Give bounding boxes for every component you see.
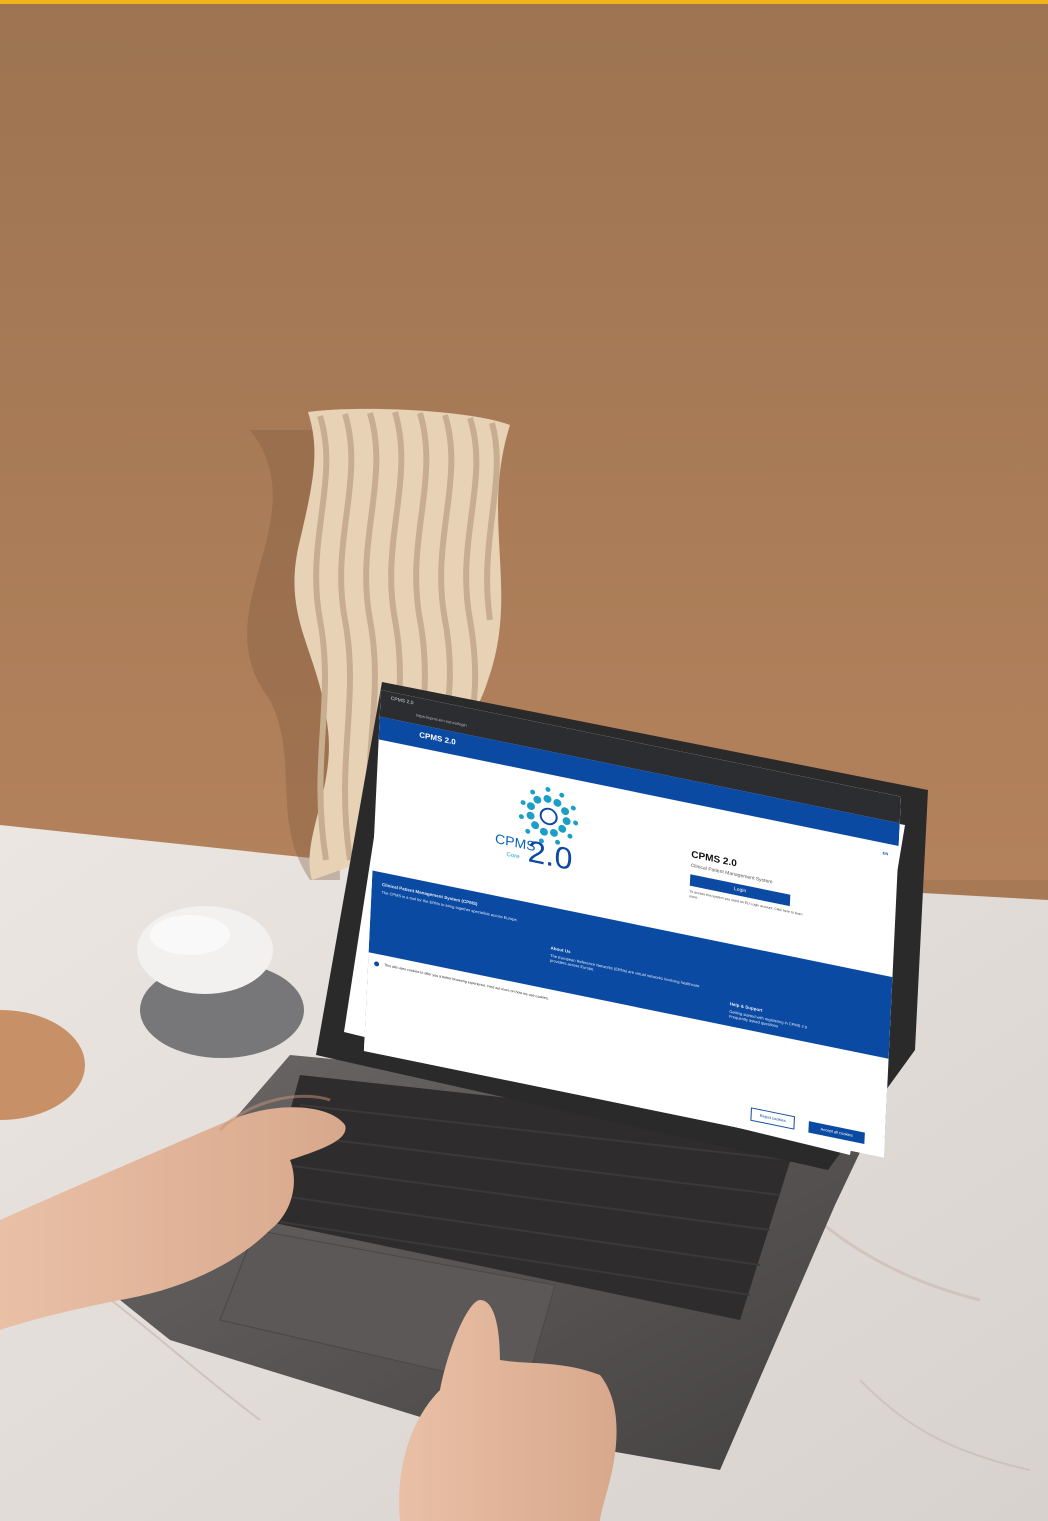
footer-col-cpms: Clinical Patient Management System (CPMS…	[381, 882, 532, 925]
footer-col-about: About Us The European Reference Networks…	[550, 945, 701, 993]
photo-scene: CPMS 2.0 https://cpms.ern-net.eu/login C…	[0, 0, 1048, 1521]
accept-cookies-button[interactable]: Accept all cookies	[808, 1121, 865, 1144]
cookie-info-icon	[373, 961, 380, 967]
language-selector[interactable]: EN	[883, 850, 889, 856]
browser-tab[interactable]: CPMS 2.0	[391, 696, 414, 706]
reject-cookies-button[interactable]: Reject cookies	[750, 1107, 795, 1130]
footer-heading-cpms: Clinical Patient Management System (CPMS…	[381, 882, 478, 907]
top-accent-bar	[0, 0, 1048, 4]
